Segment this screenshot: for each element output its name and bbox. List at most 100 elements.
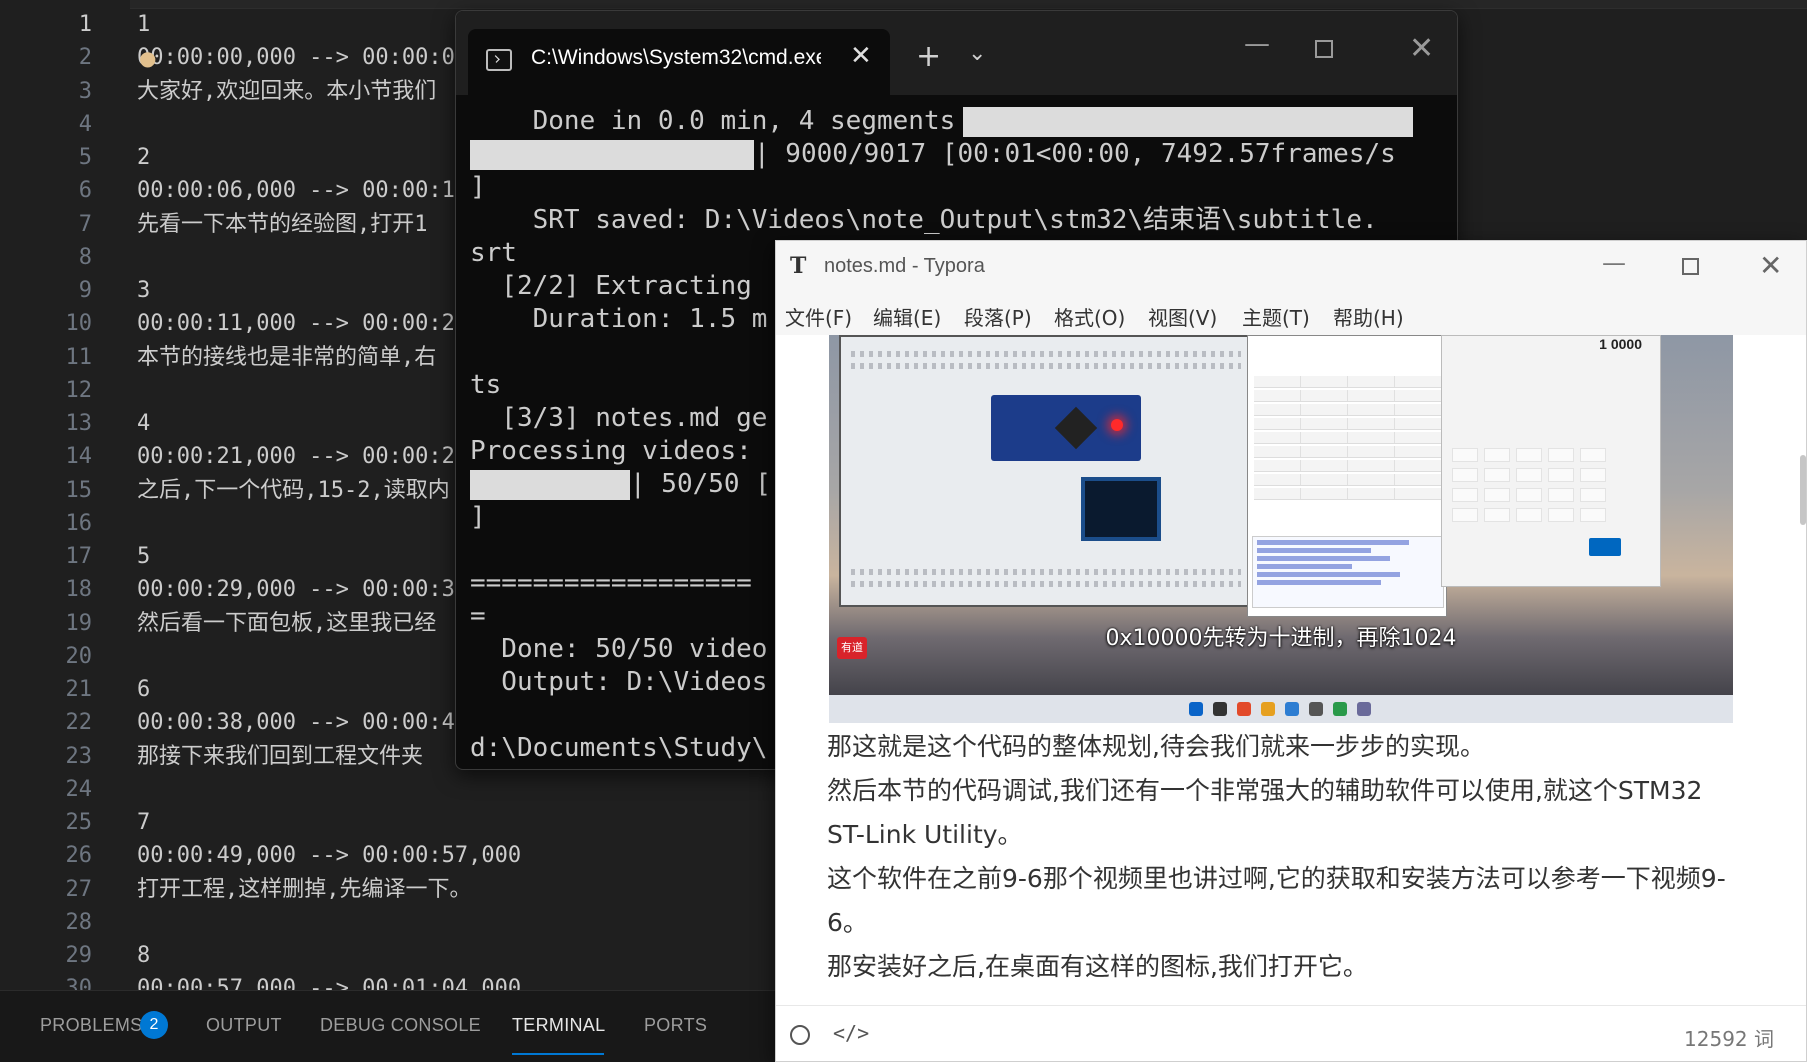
line-number: 17 bbox=[65, 544, 93, 569]
breadboard-holes bbox=[851, 363, 1241, 369]
tab-output[interactable]: OUTPUT bbox=[206, 1015, 282, 1036]
oled-display bbox=[1081, 477, 1161, 541]
line-number: 21 bbox=[65, 677, 93, 702]
line-number: 16 bbox=[65, 510, 93, 536]
word-count[interactable]: 12592 词 bbox=[1684, 1023, 1774, 1052]
cmd-prompt-icon bbox=[486, 49, 512, 71]
typora-titlebar[interactable]: T notes.md - Typora — ✕ bbox=[776, 241, 1806, 293]
video-subtitle-caption: 0x10000先转为十进制，再除1024 bbox=[1105, 626, 1457, 651]
note-paragraph[interactable]: 然后本节的代码调试,我们还有一个非常强大的辅助软件可以使用,就这个STM32 S… bbox=[827, 769, 1727, 857]
line-number: 4 bbox=[78, 111, 92, 137]
maximize-icon[interactable] bbox=[1315, 40, 1333, 58]
calculator-equals-key bbox=[1589, 538, 1621, 556]
memory-grid-row bbox=[1254, 446, 1444, 458]
scrollbar-thumb[interactable] bbox=[1800, 455, 1806, 525]
line-number: 12 bbox=[65, 377, 93, 403]
breadboard-photo bbox=[839, 335, 1251, 607]
calculator-display: 1 0000 bbox=[1599, 336, 1642, 352]
new-tab-icon[interactable]: + bbox=[916, 39, 941, 74]
windows-taskbar bbox=[829, 695, 1733, 723]
tab-terminal[interactable]: TERMINAL bbox=[512, 1015, 605, 1036]
line-number: 24 bbox=[65, 776, 93, 802]
window-title: notes.md - Typora bbox=[824, 255, 985, 277]
terminal-line: Done in 0.0 min, 4 segments bbox=[470, 105, 1450, 138]
memory-grid-row bbox=[1254, 404, 1444, 416]
menu-view[interactable]: 视图(V) bbox=[1148, 302, 1217, 331]
source-code-mode-icon[interactable]: </> bbox=[833, 1021, 869, 1045]
breadboard-holes bbox=[851, 569, 1241, 575]
document-content[interactable]: 1 0000 有道 0x10000先转为十进制，再除1024 那这就是这个代码的 bbox=[776, 335, 1806, 1005]
close-window-icon[interactable]: ✕ bbox=[1759, 249, 1782, 282]
terminal-tab-title: C:\Windows\System32\cmd.exe bbox=[531, 46, 821, 69]
active-tab-indicator bbox=[512, 1053, 604, 1055]
problems-count-badge: 2 bbox=[140, 1011, 168, 1039]
line-number: 10 bbox=[65, 311, 93, 337]
line-number: 25 bbox=[65, 810, 93, 835]
memory-grid-row bbox=[1254, 390, 1444, 402]
menu-paragraph[interactable]: 段落(P) bbox=[964, 302, 1032, 331]
line-number: 6 bbox=[78, 178, 92, 204]
line-number: 8 bbox=[78, 244, 92, 270]
line-number: 27 bbox=[65, 876, 93, 902]
progress-bar-fill bbox=[470, 469, 630, 500]
progress-bar-fill bbox=[470, 139, 754, 170]
breadboard-holes bbox=[851, 351, 1241, 357]
line-number: 2 bbox=[78, 45, 92, 71]
line-number: 28 bbox=[65, 909, 93, 935]
terminal-text: | 50/50 [ bbox=[630, 469, 771, 499]
breadboard-holes bbox=[851, 581, 1241, 587]
lightbulb-icon[interactable]: ● bbox=[139, 46, 161, 70]
maximize-icon[interactable] bbox=[1682, 258, 1699, 275]
menu-theme[interactable]: 主题(T) bbox=[1242, 302, 1310, 331]
close-window-icon[interactable]: ✕ bbox=[1409, 31, 1434, 66]
line-number: 18 bbox=[65, 577, 93, 603]
line-number: 19 bbox=[65, 610, 93, 636]
terminal-text: | 9000/9017 [00:01<00:00, 7492.57frames/… bbox=[754, 139, 1396, 169]
line-number: 5 bbox=[78, 145, 92, 170]
line-number: 14 bbox=[65, 444, 93, 470]
line-number: 20 bbox=[65, 643, 93, 669]
memory-grid-row bbox=[1254, 432, 1444, 444]
line-number: 30 bbox=[65, 976, 93, 990]
note-paragraph[interactable]: 那这就是这个代码的整体规划,待会我们就来一步步的实现。 bbox=[827, 725, 1727, 769]
st-link-utility-window bbox=[1247, 335, 1447, 617]
status-bar: </> 12592 词 bbox=[776, 1005, 1806, 1061]
line-number: 22 bbox=[65, 710, 93, 736]
minimize-icon[interactable]: — bbox=[1244, 29, 1270, 59]
note-paragraph[interactable]: 那安装好之后,在桌面有这样的图标,我们打开它。 bbox=[827, 945, 1727, 989]
line-number: 11 bbox=[65, 344, 93, 370]
minimize-icon[interactable]: — bbox=[1602, 249, 1626, 277]
line-number: 9 bbox=[78, 278, 92, 303]
menu-file[interactable]: 文件(F) bbox=[785, 302, 852, 331]
outline-toggle-icon[interactable] bbox=[790, 1025, 810, 1045]
menu-format[interactable]: 格式(O) bbox=[1054, 302, 1125, 331]
note-paragraph[interactable]: 这个软件在之前9-6那个视频里也讲过啊,它的获取和安装方法可以参考一下视频9-6… bbox=[827, 857, 1727, 945]
menu-edit[interactable]: 编辑(E) bbox=[873, 302, 941, 331]
terminal-line: ] bbox=[470, 172, 486, 202]
line-number: 3 bbox=[78, 78, 92, 104]
memory-grid-row bbox=[1254, 376, 1444, 388]
mcu-chip bbox=[1054, 406, 1098, 450]
close-tab-icon[interactable]: ✕ bbox=[850, 41, 872, 71]
memory-grid-row bbox=[1254, 474, 1444, 486]
embedded-video-frame-image[interactable]: 1 0000 有道 0x10000先转为十进制，再除1024 bbox=[829, 335, 1733, 723]
terminal-titlebar[interactable]: C:\Windows\System32\cmd.exe ✕ + ⌄ — ✕ bbox=[456, 11, 1457, 95]
line-number: 1 bbox=[78, 12, 92, 37]
terminal-tab[interactable]: C:\Windows\System32\cmd.exe ✕ bbox=[468, 29, 890, 95]
typora-logo-icon: T bbox=[790, 253, 807, 279]
calculator-window: 1 0000 bbox=[1441, 335, 1661, 587]
menu-bar: 文件(F) 编辑(E) 段落(P) 格式(O) 视图(V) 主题(T) 帮助(H… bbox=[776, 293, 1806, 335]
typora-window: T notes.md - Typora — ✕ 文件(F) 编辑(E) 段落(P… bbox=[775, 240, 1807, 1062]
menu-help[interactable]: 帮助(H) bbox=[1333, 302, 1404, 331]
tab-ports[interactable]: PORTS bbox=[644, 1015, 707, 1036]
memory-grid-row bbox=[1254, 460, 1444, 472]
led-light bbox=[1111, 419, 1123, 431]
terminal-line: SRT saved: D:\Videos\note_Output\stm32\结… bbox=[470, 205, 1378, 235]
line-number: 23 bbox=[65, 743, 93, 769]
progress-bar-fill bbox=[963, 106, 1414, 137]
tab-debug-console[interactable]: DEBUG CONSOLE bbox=[320, 1015, 481, 1036]
chevron-down-icon[interactable]: ⌄ bbox=[968, 41, 986, 66]
terminal-line: | 9000/9017 [00:01<00:00, 7492.57frames/… bbox=[470, 138, 1450, 171]
memory-grid-row bbox=[1254, 418, 1444, 430]
tab-problems[interactable]: PROBLEMS bbox=[40, 1015, 142, 1036]
